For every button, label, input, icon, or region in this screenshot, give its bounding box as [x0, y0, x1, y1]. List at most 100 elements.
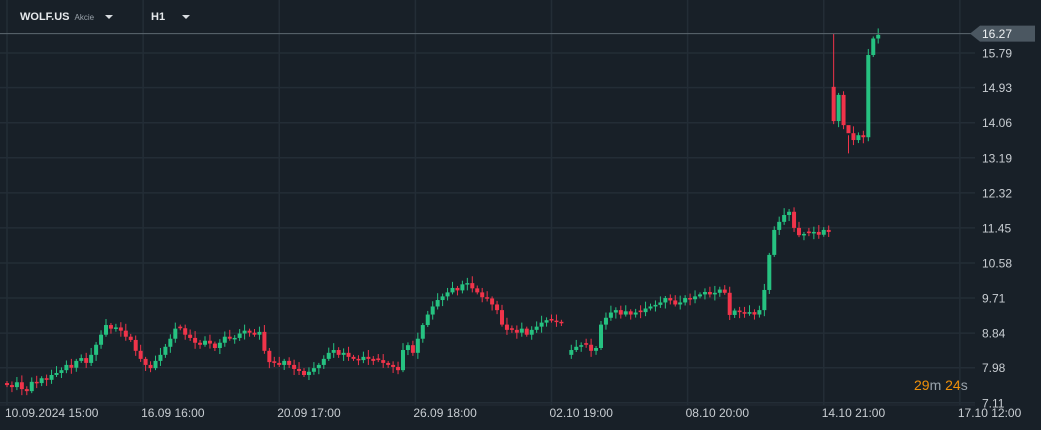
candle [524, 326, 529, 337]
candle [673, 295, 678, 307]
candle [376, 354, 381, 363]
candle [856, 132, 861, 144]
candle-body [876, 34, 881, 39]
candle-body [168, 338, 173, 347]
candle [39, 376, 44, 387]
candle-body [99, 334, 104, 345]
candlestick-chart[interactable]: 16.27 15.79 14.93 14.06 13.19 12.32 11.45 10.58… [0, 0, 1041, 430]
candle-body [143, 358, 148, 365]
candle-body [693, 296, 698, 300]
candle-body [856, 135, 861, 141]
candle-body [668, 298, 673, 301]
candle-body [460, 284, 465, 291]
candle-body [321, 358, 326, 365]
candle [237, 329, 242, 341]
candle-body [84, 358, 89, 363]
candle-body [113, 327, 118, 329]
candle [287, 357, 292, 368]
symbol-name: WOLF.US [20, 11, 70, 23]
candle-body [797, 227, 801, 236]
timeframe-selector[interactable]: H1 [151, 11, 191, 23]
candle-body [658, 302, 663, 305]
candle-body [420, 325, 425, 339]
candle-body [762, 289, 767, 311]
candle-body [524, 328, 529, 335]
candle [777, 216, 782, 235]
candle-body [173, 328, 178, 339]
candle [668, 294, 673, 305]
candle [198, 339, 203, 349]
candle-body [702, 291, 707, 295]
candle [742, 306, 747, 318]
candle [64, 360, 69, 374]
candle [267, 347, 272, 369]
candle-body [361, 356, 366, 361]
candle [584, 338, 589, 348]
candle-body [445, 292, 450, 297]
candle-body [326, 352, 331, 359]
candle [747, 305, 752, 316]
candle [455, 285, 460, 296]
candle [277, 356, 282, 367]
candle [628, 309, 633, 320]
time-tick-label: 26.09 18:00 [413, 406, 477, 420]
candle-body [678, 302, 683, 305]
candle [217, 339, 222, 355]
time-axis: 10.09.2024 15:00 16.09 16:00 20.09 17:00 26… [5, 406, 1022, 420]
candle [29, 377, 34, 394]
candle [49, 369, 54, 384]
candle-body [643, 308, 648, 313]
candle-body [782, 215, 787, 222]
candle-body [183, 328, 188, 335]
candle [128, 333, 133, 342]
candle-body [594, 347, 599, 351]
candle [851, 126, 856, 146]
candle-body [712, 292, 717, 295]
candle-body [267, 350, 272, 363]
price-tick-label: 8.84 [982, 327, 1006, 341]
candle [475, 285, 480, 295]
candle-body [341, 352, 346, 355]
candle [104, 318, 108, 337]
candle-body [104, 325, 108, 335]
symbol-selector[interactable]: WOLF.US Akcie [20, 11, 114, 23]
candle [227, 329, 232, 341]
candle [534, 321, 539, 333]
candle-body [628, 311, 633, 315]
candle [381, 354, 386, 368]
candle-body [292, 364, 297, 369]
candle-body [381, 360, 386, 363]
candle [212, 341, 217, 352]
candle-body [39, 378, 44, 384]
time-tick-label: 10.09.2024 15:00 [5, 406, 99, 420]
candle-body [198, 342, 203, 345]
candle [94, 341, 99, 361]
candle-body [148, 364, 153, 369]
candle-body [767, 254, 772, 290]
candle-body [217, 342, 222, 348]
candle-body [519, 328, 524, 333]
candle-body [514, 329, 519, 333]
candle-body [732, 310, 737, 315]
candle [44, 374, 49, 386]
candle [504, 317, 509, 335]
candle-body [366, 356, 371, 359]
candle-body [584, 343, 589, 345]
candle-body [316, 364, 321, 369]
price-axis: 16.27 15.79 14.93 14.06 13.19 12.32 11.45 10.58… [970, 25, 1035, 410]
candle [420, 323, 425, 343]
candle-body [415, 338, 420, 353]
candle-body [410, 345, 415, 353]
candle [252, 329, 257, 337]
candle [188, 329, 193, 341]
candle-body [212, 343, 217, 348]
candle-body [772, 229, 777, 255]
candle [59, 367, 64, 379]
candle-body [579, 345, 584, 347]
candle [549, 314, 554, 323]
candle-body [376, 358, 381, 361]
candle-body [188, 334, 193, 338]
candle [203, 336, 207, 347]
candle-body [69, 364, 74, 368]
candle-body [123, 330, 128, 337]
